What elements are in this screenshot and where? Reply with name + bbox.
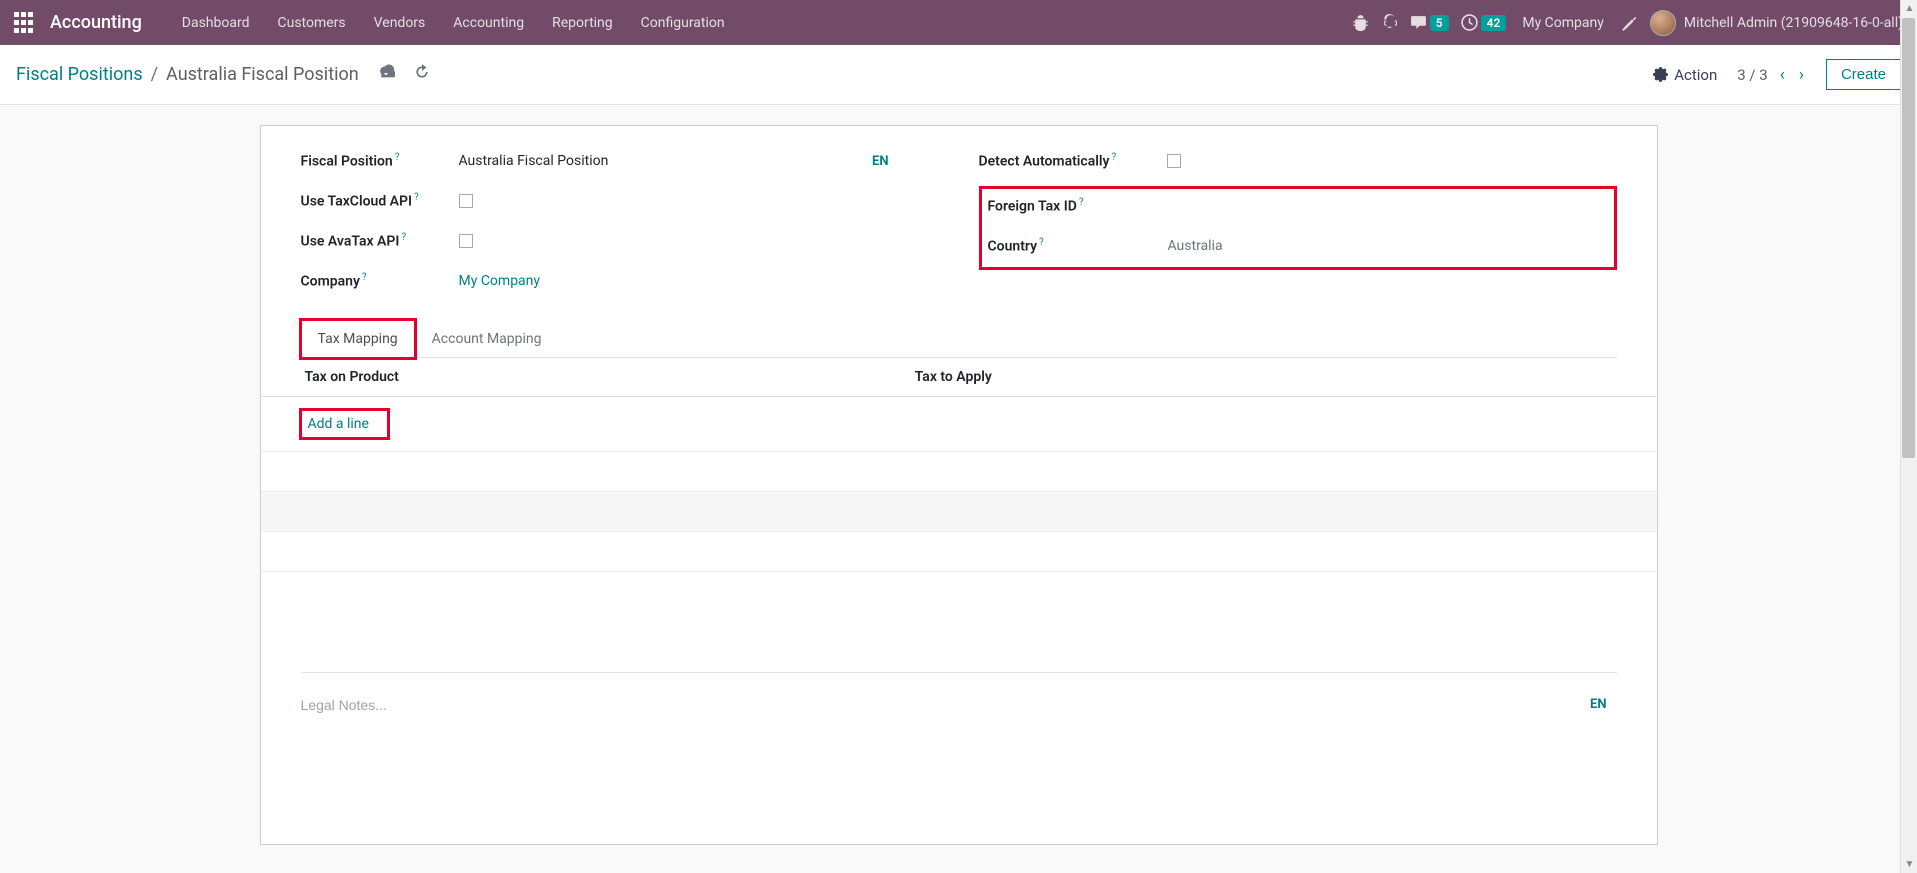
table-row: Add a line [261, 397, 1657, 452]
scroll-down-icon[interactable]: ▼ [1901, 856, 1917, 873]
discard-icon[interactable] [413, 63, 431, 86]
help-icon[interactable]: ? [362, 272, 367, 283]
control-panel: Fiscal Positions / Australia Fiscal Posi… [0, 45, 1917, 105]
user-menu[interactable]: Mitchell Admin (21909648-16-0-all) [1650, 10, 1903, 36]
nav-customers[interactable]: Customers [264, 0, 360, 45]
pager-prev[interactable]: ‹ [1778, 65, 1787, 85]
conversation-badge: 5 [1430, 15, 1449, 31]
bug-icon[interactable] [1352, 14, 1369, 31]
help-icon[interactable]: ? [1111, 152, 1116, 163]
legal-notes-input[interactable] [301, 697, 1591, 713]
label-foreign-tax: Foreign Tax ID? [988, 197, 1168, 215]
nav-reporting[interactable]: Reporting [538, 0, 627, 45]
table-row [261, 452, 1657, 492]
lang-badge[interactable]: EN [872, 154, 889, 169]
form-sheet: Fiscal Position? Australia Fiscal Positi… [260, 125, 1658, 845]
cloud-save-icon[interactable] [377, 63, 395, 86]
tax-mapping-table: Tax on Product Tax to Apply Add a line [261, 358, 1657, 572]
input-country[interactable]: Australia [1168, 238, 1223, 254]
link-company[interactable]: My Company [459, 273, 541, 289]
tabs: Tax Mapping Account Mapping [301, 320, 1617, 358]
scrollbar-thumb[interactable] [1902, 18, 1915, 458]
label-country: Country? [988, 237, 1168, 255]
tab-tax-mapping-label: Tax Mapping [318, 331, 398, 347]
scrollbar[interactable]: ▲ ▼ [1900, 0, 1917, 873]
breadcrumb-parent[interactable]: Fiscal Positions [16, 64, 143, 85]
label-fiscal-position: Fiscal Position? [301, 152, 459, 170]
help-icon[interactable]: ? [1039, 237, 1044, 248]
nav-accounting[interactable]: Accounting [439, 0, 538, 45]
main-navbar: Accounting Dashboard Customers Vendors A… [0, 0, 1917, 45]
help-icon[interactable]: ? [401, 232, 406, 243]
create-button[interactable]: Create [1826, 59, 1901, 90]
action-label: Action [1674, 66, 1717, 84]
highlight-box-addline: Add a line [299, 408, 390, 440]
activity-icon[interactable]: 42 [1461, 14, 1507, 31]
col-tax-apply[interactable]: Tax to Apply [903, 358, 1657, 397]
scroll-up-icon[interactable]: ▲ [1901, 0, 1917, 17]
tools-icon[interactable] [1620, 14, 1638, 32]
activity-badge: 42 [1481, 15, 1507, 31]
form-background: Fiscal Position? Australia Fiscal Positi… [0, 105, 1917, 845]
conversations-icon[interactable]: 5 [1410, 14, 1449, 31]
tab-account-mapping[interactable]: Account Mapping [415, 320, 559, 358]
checkbox-taxcloud[interactable] [459, 194, 473, 208]
add-line-button[interactable]: Add a line [308, 416, 369, 432]
label-detect-auto: Detect Automatically? [979, 152, 1167, 170]
help-icon[interactable]: ? [1079, 197, 1084, 208]
notes-lang-badge[interactable]: EN [1590, 697, 1607, 712]
label-company: Company? [301, 272, 459, 290]
nav-configuration[interactable]: Configuration [627, 0, 739, 45]
help-icon[interactable]: ? [395, 152, 400, 163]
breadcrumb-sep: / [151, 64, 158, 85]
input-fiscal-position[interactable]: Australia Fiscal Position [459, 153, 609, 169]
help-icon[interactable]: ? [414, 192, 419, 203]
pager-value[interactable]: 3 / 3 [1737, 66, 1768, 84]
breadcrumb-current: Australia Fiscal Position [166, 64, 359, 85]
app-brand[interactable]: Accounting [50, 12, 142, 33]
avatar [1650, 10, 1676, 36]
nav-dashboard[interactable]: Dashboard [168, 0, 264, 45]
apps-icon[interactable] [14, 12, 36, 34]
user-name: Mitchell Admin (21909648-16-0-all) [1684, 15, 1903, 31]
nav-menu: Dashboard Customers Vendors Accounting R… [168, 0, 739, 45]
highlight-box-right: Foreign Tax ID? Country? Australia [979, 186, 1617, 270]
breadcrumb: Fiscal Positions / Australia Fiscal Posi… [16, 63, 431, 86]
pager: 3 / 3 ‹ › [1737, 65, 1806, 85]
action-button[interactable]: Action [1653, 66, 1717, 84]
label-use-avatax: Use AvaTax API? [301, 232, 459, 250]
col-tax-product[interactable]: Tax on Product [261, 358, 903, 397]
tab-tax-mapping[interactable]: Tax Mapping [301, 320, 415, 358]
company-switcher[interactable]: My Company [1518, 15, 1608, 31]
table-row [261, 532, 1657, 572]
label-use-taxcloud: Use TaxCloud API? [301, 192, 459, 210]
checkbox-detect-auto[interactable] [1167, 154, 1181, 168]
table-row [261, 492, 1657, 532]
pager-next[interactable]: › [1797, 65, 1806, 85]
checkbox-avatax[interactable] [459, 234, 473, 248]
legal-notes-area: EN [301, 672, 1617, 713]
nav-vendors[interactable]: Vendors [360, 0, 440, 45]
support-icon[interactable] [1381, 14, 1398, 31]
